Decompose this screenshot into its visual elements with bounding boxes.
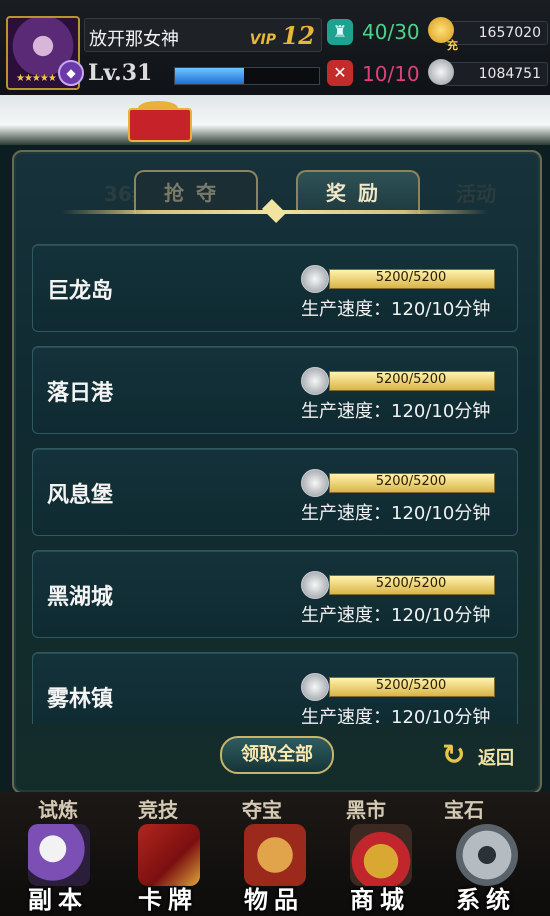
- city-name: 雾林镇: [47, 687, 114, 712]
- production-rate: 生产速度：120/10分钟: [301, 299, 491, 320]
- recharge-button[interactable]: 充: [447, 37, 458, 53]
- xp-bar-fill: [175, 68, 245, 84]
- nav-item[interactable]: 商城: [330, 818, 430, 916]
- rank-stars: ★★★★★: [16, 73, 57, 84]
- production-value: 5200/5200: [375, 474, 447, 489]
- silver-coin-icon: [301, 571, 329, 599]
- silver-coin-icon: [301, 673, 329, 701]
- back-label: 返回: [478, 748, 514, 769]
- nav-label: 物品: [244, 886, 304, 914]
- decorative-banner: [0, 95, 550, 145]
- stamina-icon: ♜: [327, 19, 353, 45]
- tab-reward[interactable]: 奖励: [296, 170, 420, 214]
- back-button[interactable]: ↻ 返回: [442, 738, 526, 771]
- class-badge-icon: ◆: [58, 60, 84, 86]
- tab-side-label-right: 活动: [456, 182, 496, 206]
- production-value: 5200/5200: [375, 372, 447, 387]
- silver-coin-icon: [301, 469, 329, 497]
- production-rate: 生产速度：120/10分钟: [301, 503, 491, 524]
- silver-value: 1084751: [478, 66, 541, 82]
- silver-coin-icon: [301, 367, 329, 395]
- city-name: 巨龙岛: [47, 279, 114, 304]
- nav-label: 系统: [456, 886, 516, 914]
- gift-box-icon: [128, 108, 192, 142]
- production-value: 5200/5200: [375, 576, 447, 591]
- knight-helmet-icon: [28, 824, 90, 886]
- xp-bar: [174, 67, 320, 85]
- return-arrow-icon: ↻: [442, 738, 466, 771]
- nav-item[interactable]: 副本: [8, 818, 108, 916]
- city-card[interactable]: 落日港 5200/5200 生产速度：120/10分钟: [32, 346, 518, 434]
- silver-box: 1084751: [444, 62, 548, 86]
- treasure-chest-icon: [244, 824, 306, 886]
- player-name-box: 放开那女神 VIP 12: [84, 18, 322, 52]
- city-list[interactable]: 巨龙岛 5200/5200 生产速度：120/10分钟 落日港 5200/5200 生产速…: [32, 244, 518, 724]
- cards-icon: [138, 824, 200, 886]
- nav-label: 卡牌: [138, 886, 198, 914]
- tab-plunder[interactable]: 抢夺: [134, 170, 258, 214]
- player-level: Lv.31: [88, 60, 153, 86]
- city-name: 落日港: [47, 381, 114, 406]
- gift-shop-icon: [350, 824, 412, 886]
- city-card[interactable]: 风息堡 5200/5200 生产速度：120/10分钟: [32, 448, 518, 536]
- gold-box: 1657020: [444, 21, 548, 45]
- stamina-value: 40/30: [362, 20, 420, 44]
- gear-icon: [456, 824, 518, 886]
- city-name: 黑湖城: [47, 585, 114, 610]
- vip-level: 12: [281, 21, 315, 50]
- production-rate: 生产速度：120/10分钟: [301, 707, 491, 724]
- claim-all-button[interactable]: 领取全部: [220, 736, 334, 774]
- nav-label: 商城: [350, 886, 410, 914]
- city-card[interactable]: 巨龙岛 5200/5200 生产速度：120/10分钟: [32, 244, 518, 332]
- silver-coin-icon: [428, 59, 454, 85]
- production-rate: 生产速度：120/10分钟: [301, 401, 491, 422]
- nav-item[interactable]: 物品: [224, 818, 324, 916]
- nav-item[interactable]: 卡牌: [118, 818, 218, 916]
- nav-item[interactable]: 系统: [436, 818, 536, 916]
- gold-value: 1657020: [478, 25, 541, 41]
- production-value: 5200/5200: [375, 678, 447, 693]
- city-card[interactable]: 黑湖城 5200/5200 生产速度：120/10分钟: [32, 550, 518, 638]
- vip-tag: VIP: [249, 32, 277, 48]
- energy-icon: ✕: [327, 60, 353, 86]
- production-rate: 生产速度：120/10分钟: [301, 605, 491, 626]
- sub-nav: 试炼 竞技 夺宝 黑市 宝石: [0, 792, 550, 822]
- production-value: 5200/5200: [375, 270, 447, 285]
- player-name: 放开那女神: [89, 29, 179, 50]
- nav-label: 副本: [28, 886, 88, 914]
- city-name: 风息堡: [47, 483, 114, 508]
- silver-coin-icon: [301, 265, 329, 293]
- vip-badge[interactable]: VIP 12: [250, 21, 315, 50]
- energy-value: 10/10: [362, 62, 420, 86]
- city-card[interactable]: 雾林镇 5200/5200 生产速度：120/10分钟: [32, 652, 518, 724]
